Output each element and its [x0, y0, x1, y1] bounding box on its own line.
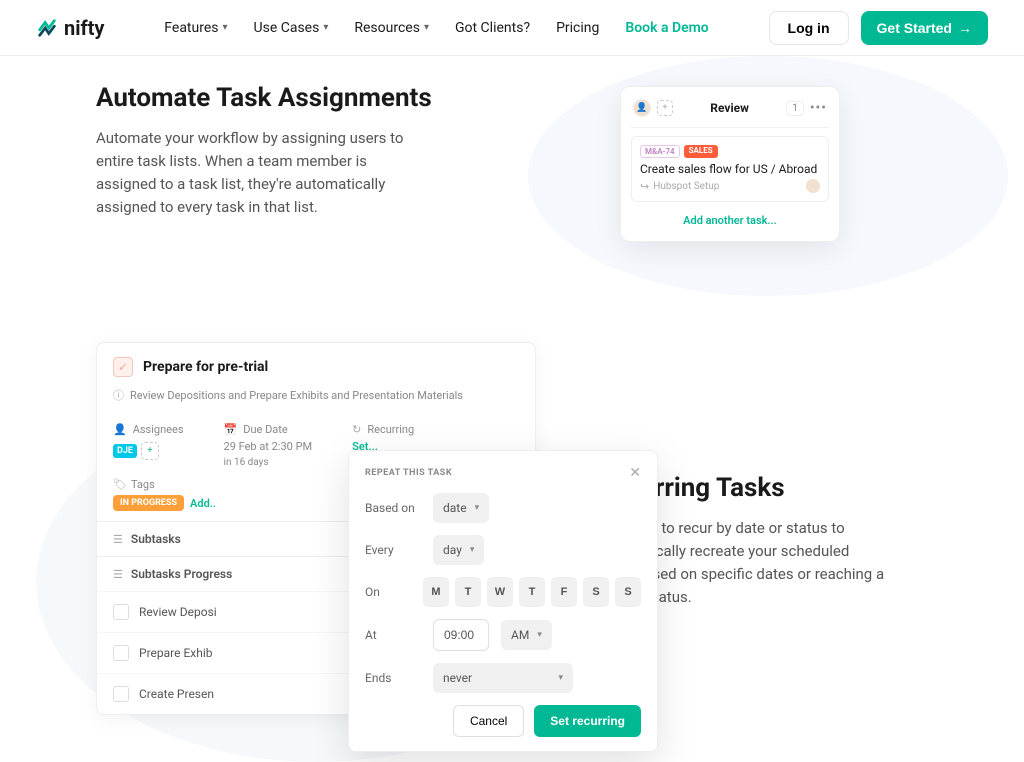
popover-title: REPEAT THIS TASK — [365, 468, 452, 478]
calendar-icon: 📅 — [224, 423, 238, 436]
login-button[interactable]: Log in — [769, 11, 849, 45]
kanban-column: 👤 + Review 1 ••• M&A-74 SALES Create sal… — [620, 86, 840, 242]
day-selector: M T W T F S S — [423, 577, 641, 607]
recurring-visual: ✓ Prepare for pre-trial ⓘReview Depositi… — [96, 342, 536, 715]
recurring-section: ✓ Prepare for pre-trial ⓘReview Depositi… — [0, 282, 1024, 715]
task-card[interactable]: M&A-74 SALES Create sales flow for US / … — [631, 136, 829, 202]
nav-book-demo[interactable]: Book a Demo — [625, 20, 708, 36]
chevron-down-icon: ▾ — [558, 673, 563, 683]
status-tag: IN PROGRESS — [113, 495, 184, 511]
task-avatar — [806, 179, 820, 193]
task-label-tag: SALES — [684, 145, 718, 158]
list-icon: ☰ — [113, 533, 123, 546]
count-badge: 1 — [786, 101, 804, 116]
day-fri[interactable]: F — [551, 577, 577, 607]
chevron-down-icon: ▾ — [475, 503, 480, 513]
chevron-down-icon: ▾ — [223, 22, 228, 33]
column-header: 👤 + Review 1 ••• — [631, 97, 829, 128]
day-sat[interactable]: S — [583, 577, 609, 607]
checkbox[interactable] — [113, 645, 129, 661]
task-id-tag: M&A-74 — [640, 145, 680, 158]
assignee-badge: DJE — [113, 444, 137, 458]
logo[interactable]: nifty — [36, 16, 105, 40]
arrow-right-icon: → — [958, 20, 972, 36]
chevron-down-icon: ▾ — [537, 630, 542, 640]
task-title: Create sales flow for US / Abroad — [640, 162, 820, 176]
logo-icon — [36, 17, 58, 39]
ends-select[interactable]: never▾ — [433, 663, 573, 693]
list-icon: ☰ — [113, 568, 123, 581]
add-tag-link[interactable]: Add.. — [190, 497, 216, 510]
more-icon[interactable]: ••• — [810, 100, 827, 116]
based-on-select[interactable]: date▾ — [433, 493, 489, 523]
day-mon[interactable]: M — [423, 577, 449, 607]
due-date-meta: 📅Due Date 29 Feb at 2:30 PM in 16 days — [224, 423, 313, 468]
nav-features[interactable]: Features▾ — [164, 20, 227, 36]
user-icon: 👤 — [113, 423, 127, 436]
chevron-down-icon: ▾ — [323, 22, 328, 33]
add-assignee-button[interactable]: + — [141, 442, 159, 460]
link-icon: ↪ — [640, 180, 649, 193]
automate-section: Automate Task Assignments Automate your … — [0, 56, 1024, 282]
close-icon[interactable]: ✕ — [629, 465, 641, 481]
day-wed[interactable]: W — [487, 577, 513, 607]
repeat-icon: ↻ — [352, 423, 361, 436]
task-title: Prepare for pre-trial — [143, 359, 268, 375]
checkbox[interactable] — [113, 686, 129, 702]
checkbox[interactable] — [113, 604, 129, 620]
avatar: 👤 — [633, 99, 651, 117]
ampm-select[interactable]: AM▾ — [501, 620, 552, 650]
time-input[interactable] — [433, 619, 489, 651]
nav-pricing[interactable]: Pricing — [556, 20, 599, 36]
nav-got-clients[interactable]: Got Clients? — [455, 20, 530, 36]
logo-text: nifty — [64, 16, 105, 40]
set-recurring-button[interactable]: Set recurring — [534, 705, 641, 737]
task-checkbox[interactable]: ✓ — [113, 357, 133, 377]
info-icon: ⓘ — [113, 387, 124, 403]
add-task-button[interactable]: Add another task... — [631, 210, 829, 231]
day-tue[interactable]: T — [455, 577, 481, 607]
task-subtitle: ⓘReview Depositions and Prepare Exhibits… — [97, 383, 535, 415]
automate-text: Automate Task Assignments Automate your … — [96, 76, 492, 220]
nav-resources[interactable]: Resources▾ — [354, 20, 429, 36]
add-assignee-icon[interactable]: + — [657, 100, 673, 116]
cancel-button[interactable]: Cancel — [453, 705, 524, 737]
assignees-meta: 👤Assignees DJE + — [113, 423, 184, 468]
repeat-task-popover: REPEAT THIS TASK ✕ Based on date▾ Every … — [348, 450, 658, 752]
day-sun[interactable]: S — [615, 577, 641, 607]
tag-icon: 🏷 — [113, 478, 127, 491]
task-subtitle: ↪Hubspot Setup — [640, 180, 820, 193]
chevron-down-icon: ▾ — [424, 22, 429, 33]
day-thu[interactable]: T — [519, 577, 545, 607]
every-select[interactable]: day▾ — [433, 535, 484, 565]
automate-visual: 👤 + Review 1 ••• M&A-74 SALES Create sal… — [532, 76, 928, 242]
column-title: Review — [679, 101, 780, 115]
get-started-button[interactable]: Get Started→ — [861, 11, 988, 45]
header-actions: Log in Get Started→ — [769, 11, 988, 45]
primary-nav: Features▾ Use Cases▾ Resources▾ Got Clie… — [164, 20, 708, 36]
nav-use-cases[interactable]: Use Cases▾ — [254, 20, 329, 36]
site-header: nifty Features▾ Use Cases▾ Resources▾ Go… — [0, 0, 1024, 56]
chevron-down-icon: ▾ — [470, 545, 475, 555]
automate-desc: Automate your workflow by assigning user… — [96, 127, 416, 220]
automate-title: Automate Task Assignments — [96, 82, 492, 115]
